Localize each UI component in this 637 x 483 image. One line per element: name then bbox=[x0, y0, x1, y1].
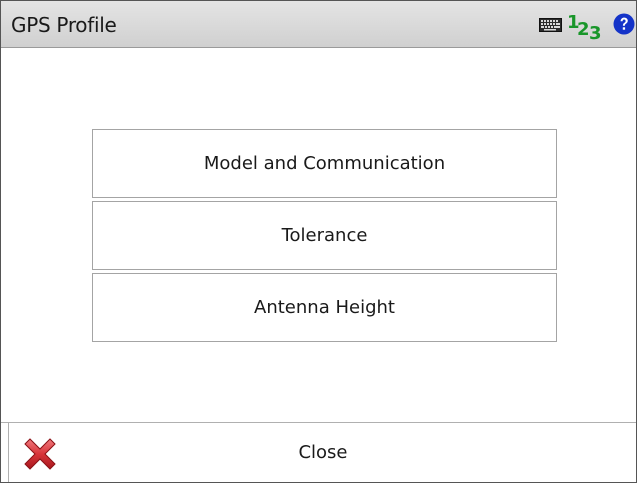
tolerance-label: Tolerance bbox=[281, 225, 368, 246]
help-icon[interactable] bbox=[613, 13, 635, 35]
model-and-communication-label: Model and Communication bbox=[203, 153, 446, 174]
keyboard-icon[interactable] bbox=[539, 18, 562, 32]
antenna-height-button[interactable]: Antenna Height bbox=[92, 273, 557, 342]
title-bar: GPS Profile 1 2 3 bbox=[1, 1, 636, 48]
window-title: GPS Profile bbox=[11, 13, 117, 37]
model-and-communication-button[interactable]: Model and Communication bbox=[92, 129, 557, 198]
close-button[interactable]: Close bbox=[8, 423, 636, 482]
app-window: GPS Profile 1 2 3 Model and Communicatio… bbox=[0, 0, 637, 483]
input-mode-digit-3: 3 bbox=[589, 23, 602, 44]
input-mode-numeric-icon[interactable]: 1 2 3 bbox=[567, 11, 613, 44]
tolerance-button[interactable]: Tolerance bbox=[92, 201, 557, 270]
bottom-toolbar: Close bbox=[1, 422, 636, 482]
close-label: Close bbox=[298, 442, 348, 463]
input-mode-digit-2: 2 bbox=[577, 19, 590, 40]
antenna-height-label: Antenna Height bbox=[254, 297, 395, 318]
